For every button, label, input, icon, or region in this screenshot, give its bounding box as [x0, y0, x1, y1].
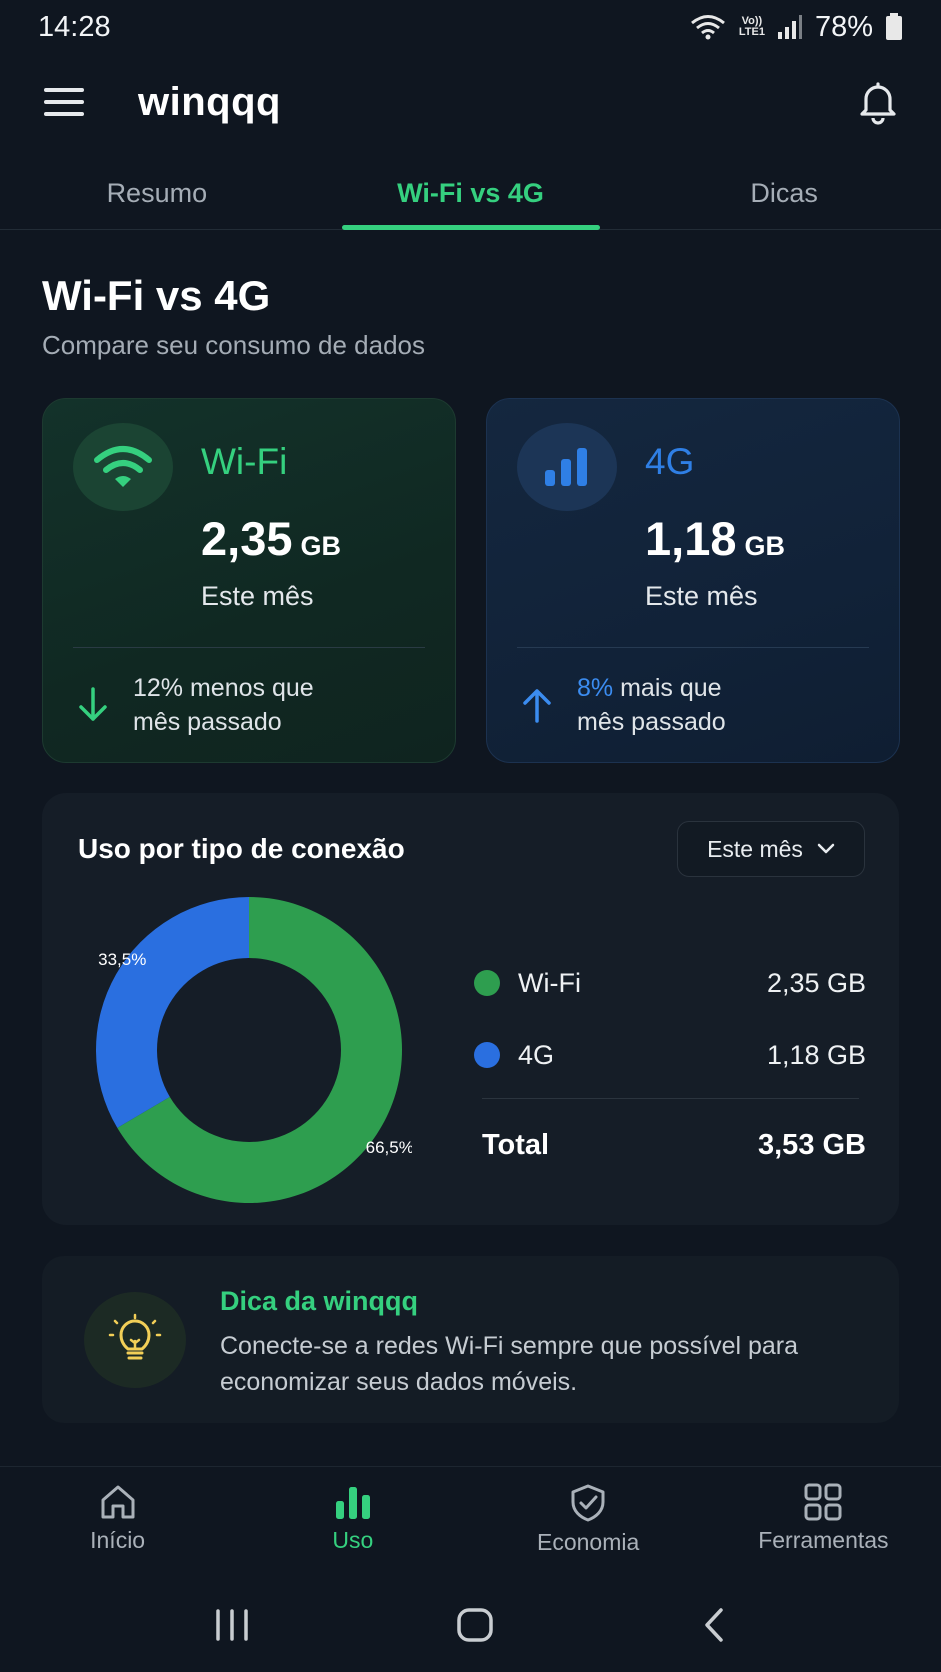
- wifi-status-icon: [690, 15, 725, 40]
- back-icon[interactable]: [699, 1606, 729, 1644]
- battery-percent: 78%: [814, 10, 873, 43]
- nav-label-inicio: Início: [90, 1527, 146, 1553]
- wifi-value-number: 2,35: [201, 512, 293, 565]
- mobile-trend-line2: mês passado: [577, 708, 726, 736]
- bell-icon[interactable]: [855, 79, 901, 125]
- wifi-trend: 12% menos que mês passado: [73, 671, 314, 739]
- tab-dicas[interactable]: Dicas: [627, 160, 941, 229]
- page-subtitle: Compare seu consumo de dados: [42, 330, 426, 360]
- mobile-trend-pct: 8%: [577, 674, 614, 702]
- status-icons: Vo)) LTE1 78%: [689, 11, 903, 44]
- mobile-trend-rest: mais que: [620, 674, 722, 702]
- mobile-trend-text: 8% mais que mês passado: [577, 671, 726, 739]
- page-title: Wi-Fi vs 4G: [42, 272, 271, 319]
- tip-title: Dica da winqqq: [220, 1286, 419, 1316]
- mobile-value-number: 1,18: [645, 512, 737, 565]
- wifi-card-divider: [73, 647, 425, 648]
- nav-item-inicio[interactable]: Início: [0, 1467, 235, 1566]
- legend-dot-wifi: [474, 970, 500, 996]
- grid-icon: [804, 1483, 842, 1521]
- shield-check-icon: [571, 1484, 605, 1522]
- legend-wifi: Wi-Fi 2,35 GB: [474, 963, 866, 1003]
- legend-dot-4g: [474, 1042, 500, 1068]
- nav-item-ferramentas[interactable]: Ferramentas: [706, 1467, 941, 1566]
- home-icon: [101, 1485, 135, 1519]
- wifi-card-period: Este mês: [201, 581, 314, 611]
- usage-panel: Uso por tipo de conexão Este mês 66,5% 33…: [42, 793, 899, 1225]
- cell-signal-icon: [777, 15, 802, 39]
- wifi-trend-text: 12% menos que mês passado: [133, 671, 314, 739]
- arrow-up-icon: [523, 689, 551, 723]
- wifi-card-value: 2,35 GB: [201, 511, 341, 566]
- tab-resumo[interactable]: Resumo: [0, 160, 314, 229]
- mobile-card-value: 1,18 GB: [645, 511, 785, 566]
- donut-chart: 66,5% 33,5%: [86, 897, 414, 1203]
- mobile-value-unit: GB: [744, 531, 785, 561]
- legend-label-4g: 4G: [518, 1039, 555, 1070]
- mobile-trend: 8% mais que mês passado: [517, 671, 726, 739]
- nav-label-economia: Economia: [536, 1529, 640, 1555]
- nav-label-ferramentas: Ferramentas: [758, 1527, 889, 1553]
- legend-value-wifi: 2,35 GB: [766, 967, 866, 998]
- status-bar: 14:28 Vo)) LTE1 78%: [0, 0, 941, 54]
- wifi-trend-line1: 12% menos que: [133, 674, 314, 702]
- app-title: winqqq: [138, 79, 281, 124]
- nav-item-uso[interactable]: Uso: [235, 1467, 470, 1566]
- lightbulb-icon: [84, 1292, 186, 1388]
- tip-card[interactable]: Dica da winqqq Conecte-se a redes Wi-Fi …: [42, 1256, 899, 1423]
- total-value: 3,53 GB: [758, 1129, 866, 1161]
- tab-wifi-vs-4g[interactable]: Wi-Fi vs 4G: [314, 160, 628, 230]
- recent-apps-icon[interactable]: [212, 1608, 252, 1642]
- legend-label-wifi: Wi-Fi: [518, 967, 581, 998]
- tip-text: Conecte-se a redes Wi-Fi sempre que poss…: [220, 1332, 799, 1396]
- mobile-card-period: Este mês: [645, 581, 758, 611]
- donut-slice-4g: [96, 897, 249, 1128]
- mobile-trend-line1: 8% mais que: [577, 671, 726, 705]
- legend-value-4g: 1,18 GB: [766, 1039, 866, 1070]
- arrow-down-icon: [79, 687, 107, 721]
- home-circle-icon[interactable]: [455, 1606, 495, 1644]
- legend-total: Total 3,53 GB: [482, 1129, 866, 1162]
- bar-chart-icon: [335, 1487, 370, 1519]
- nav-item-economia[interactable]: Economia: [471, 1467, 706, 1566]
- status-time: 14:28: [38, 10, 111, 43]
- donut-label-wi-fi: 66,5%: [366, 1138, 412, 1157]
- wifi-icon: [73, 423, 173, 511]
- app-header: winqqq: [0, 62, 941, 142]
- mobile-card-divider: [517, 647, 869, 648]
- tab-bar: Resumo Wi-Fi vs 4G Dicas: [0, 160, 941, 230]
- mobile-usage-card[interactable]: 4G 1,18 GB Este mês 8% mais que mês passa…: [486, 398, 900, 763]
- wifi-usage-card[interactable]: Wi-Fi 2,35 GB Este mês 12% menos que mês …: [42, 398, 456, 763]
- wifi-card-label: Wi-Fi: [201, 441, 288, 482]
- chevron-down-icon: [817, 843, 835, 854]
- legend-divider: [482, 1098, 859, 1099]
- bottom-nav: Início Uso Economia Ferramentas: [0, 1466, 941, 1566]
- volte-line2: LTE1: [738, 26, 765, 38]
- donut-label-4g: 33,5%: [98, 950, 146, 969]
- nav-label-uso: Uso: [332, 1527, 374, 1553]
- period-select[interactable]: Este mês: [677, 821, 865, 877]
- total-label: Total: [482, 1129, 550, 1161]
- wifi-value-unit: GB: [300, 531, 341, 561]
- battery-icon: [886, 13, 902, 40]
- system-nav-bar: [0, 1578, 941, 1672]
- legend-4g: 4G 1,18 GB: [474, 1035, 866, 1075]
- hamburger-icon[interactable]: [40, 82, 88, 122]
- mobile-card-label: 4G: [645, 441, 695, 482]
- usage-title: Uso por tipo de conexão: [78, 833, 405, 864]
- period-select-value: Este mês: [707, 835, 803, 862]
- volte-indicator: Vo)) LTE1: [739, 16, 765, 38]
- wifi-trend-line2: mês passado: [133, 708, 282, 736]
- signal-bars-icon: [517, 423, 617, 511]
